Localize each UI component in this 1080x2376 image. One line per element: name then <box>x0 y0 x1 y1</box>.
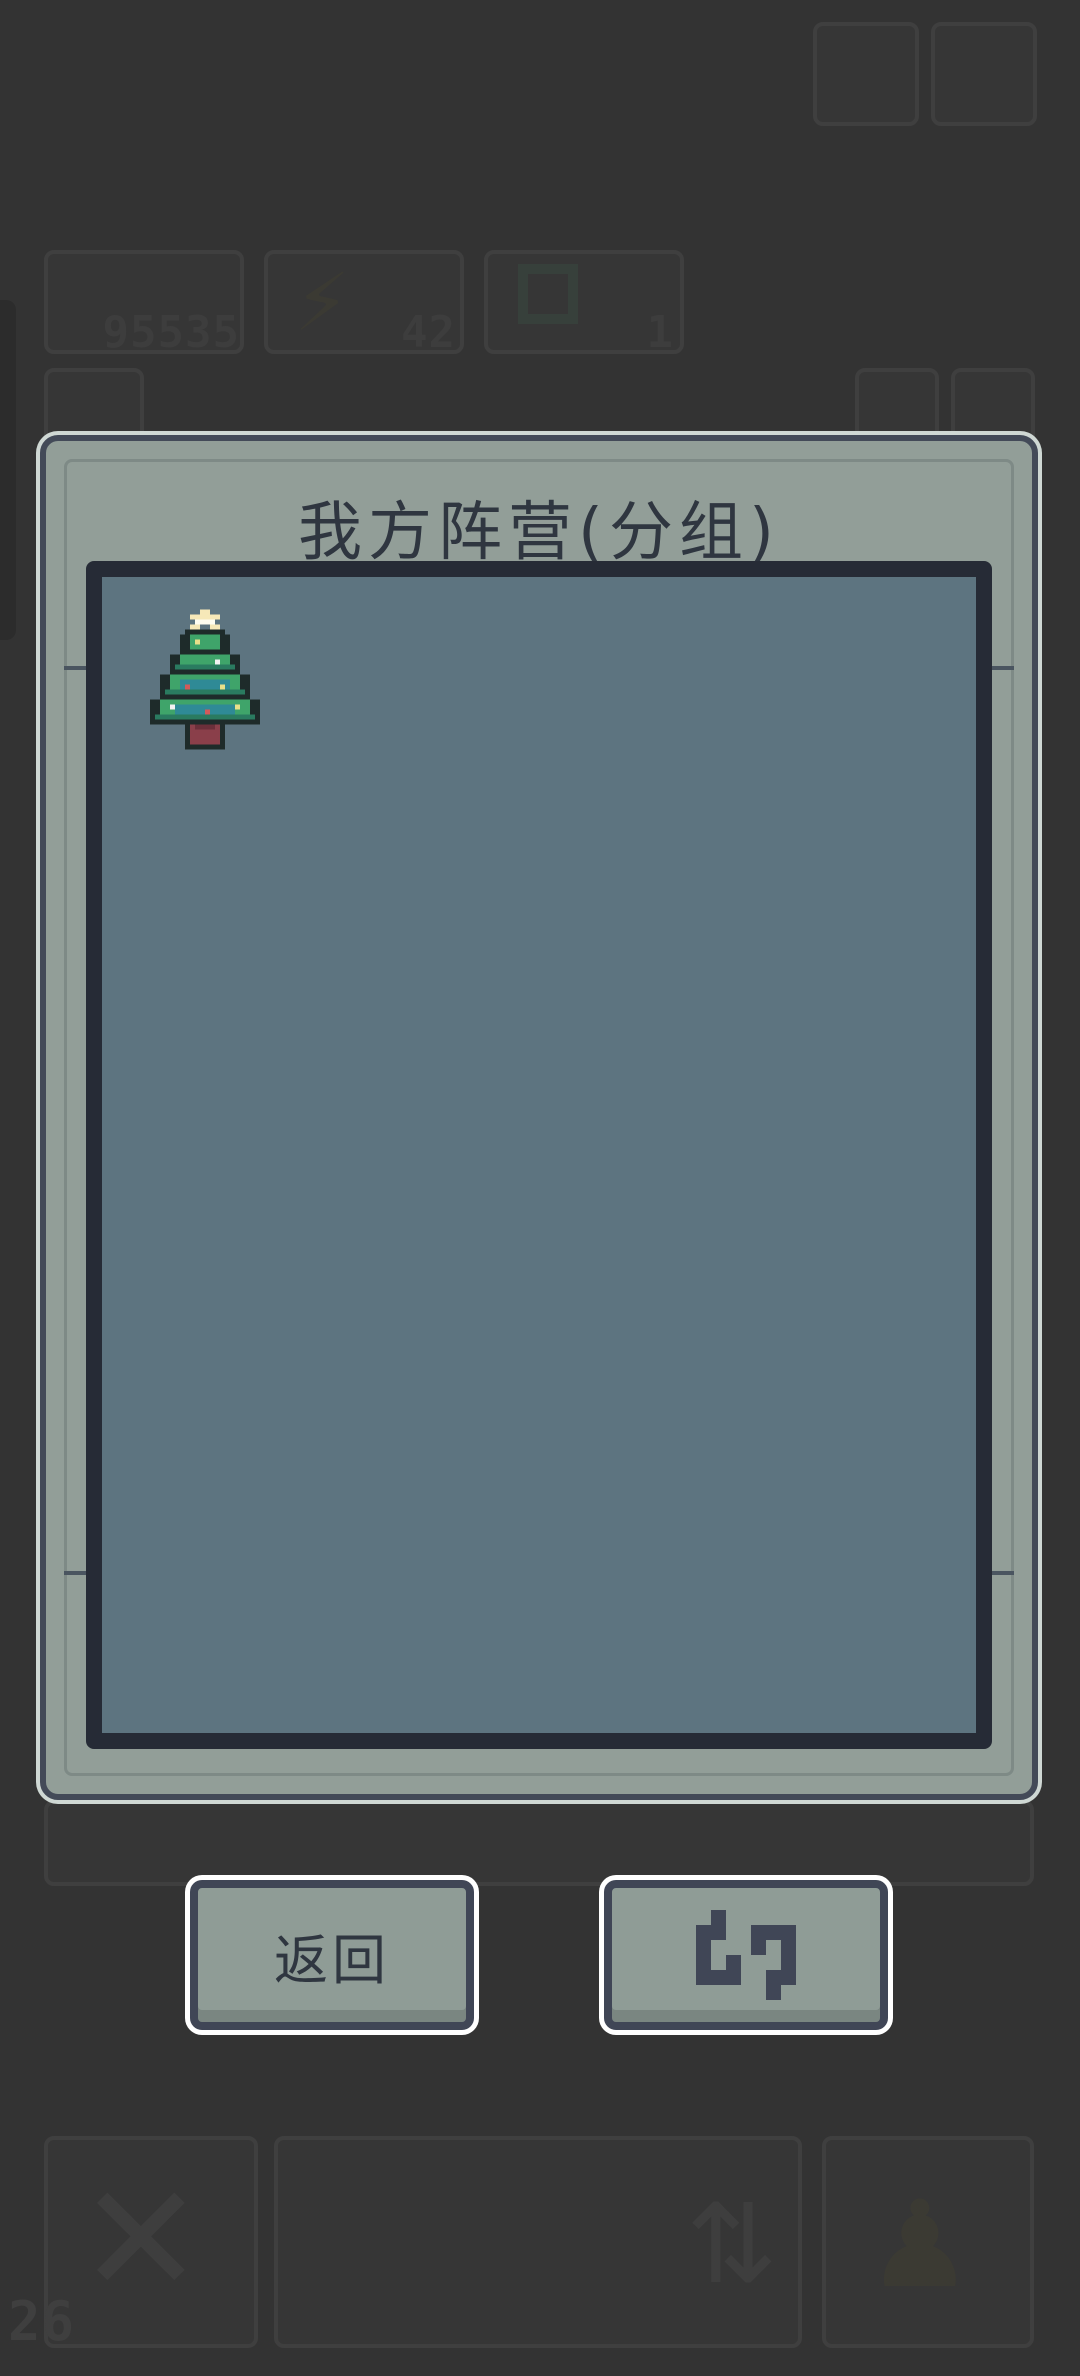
christmas-tree-icon <box>150 609 260 750</box>
gem-value: 1 <box>646 307 674 358</box>
gem-counter: 1 <box>484 250 684 358</box>
back-button-label: 返回 <box>274 1928 390 1992</box>
character-icon: ♟ <box>866 2176 974 2315</box>
energy-counter: ⚡ 42 <box>264 250 464 358</box>
bottom-strip <box>44 1800 1034 1886</box>
lightning-icon: ⚡ <box>294 256 351 349</box>
rail-right-top <box>990 666 1014 670</box>
refresh-icon <box>696 1910 796 2000</box>
swap-icon: ⇅ <box>685 2180 778 2308</box>
energy-value: 42 <box>401 307 456 358</box>
bottom-middle-panel: ⇅ <box>274 2136 802 2348</box>
bottom-right-button: ♟ <box>822 2136 1034 2348</box>
level-value: 26 <box>8 2290 76 2353</box>
top-right-button-2 <box>931 22 1037 126</box>
unit-christmas-tree[interactable] <box>150 609 260 755</box>
back-button[interactable]: 返回 <box>190 1880 474 2030</box>
top-right-button-1 <box>813 22 919 126</box>
rail-left-top <box>64 666 88 670</box>
faction-dialog: 我方阵营(分组) <box>40 435 1038 1800</box>
rail-right-bottom <box>990 1571 1014 1575</box>
unit-grid <box>86 561 992 1749</box>
gold-counter: 95535 <box>44 250 244 358</box>
crossed-swords-icon: ✕ <box>78 2153 204 2327</box>
rail-left-bottom <box>64 1571 88 1575</box>
gem-icon <box>518 264 578 324</box>
dialog-title: 我方阵营(分组) <box>298 496 780 570</box>
left-panel-tab <box>0 300 16 640</box>
gold-value: 95535 <box>102 307 240 358</box>
refresh-button[interactable] <box>604 1880 888 2030</box>
bottom-left-button: ✕ <box>44 2136 258 2348</box>
